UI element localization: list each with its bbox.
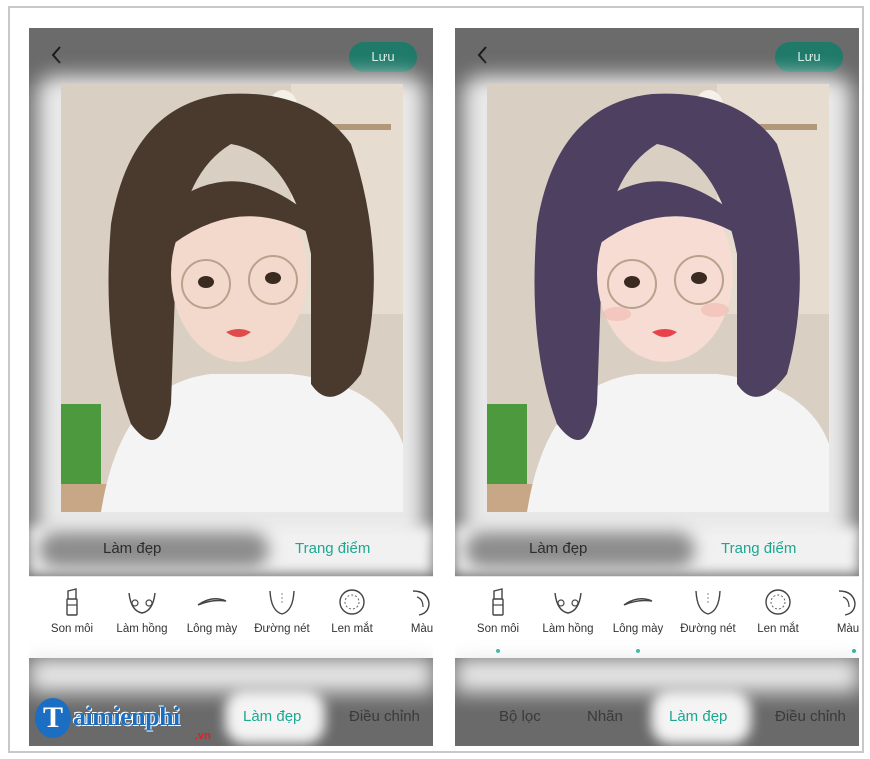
applied-dot: [496, 649, 500, 653]
contour-icon: [695, 590, 721, 615]
bottom-nav: T aimienphi .vn Làm đẹp Điều chỉnh: [29, 658, 433, 746]
makeup-toolbar: Son môi Làm hồng Lông mày Đường nét Len …: [29, 576, 433, 658]
tool-lam-hong[interactable]: Làm hồng: [535, 587, 601, 635]
tool-son-moi[interactable]: Son môi: [465, 587, 531, 635]
tab-lam-dep[interactable]: Làm đẹp: [103, 540, 161, 557]
blush-icon: [554, 592, 582, 614]
tool-len-mat[interactable]: Len mắt: [319, 587, 385, 635]
mode-tabs: Làm đẹp Trang điểm: [29, 526, 433, 574]
tool-long-may[interactable]: Lông mày: [605, 587, 671, 635]
save-button[interactable]: Lưu: [775, 42, 843, 72]
hair-color-icon: [412, 590, 430, 616]
tab-lam-dep[interactable]: Làm đẹp: [529, 540, 587, 557]
bottom-tab-lam-dep[interactable]: Làm đẹp: [243, 708, 301, 725]
watermark-logo: T aimienphi .vn: [35, 698, 235, 742]
save-button[interactable]: Lưu: [349, 42, 417, 72]
phone-screen-before: Lưu Làm đẹp Trang điểm Son môi Làm hồng …: [29, 28, 433, 746]
selfie-photo: [487, 84, 829, 512]
tool-mau[interactable]: Màu: [389, 587, 433, 635]
bottom-nav: Bộ lọc Nhãn Làm đẹp Điều chỉnh: [455, 658, 859, 746]
eyebrow-icon: [623, 598, 653, 606]
applied-dot: [636, 649, 640, 653]
tool-duong-net[interactable]: Đường nét: [249, 587, 315, 635]
back-arrow-icon[interactable]: [47, 42, 67, 68]
tool-duong-net[interactable]: Đường nét: [675, 587, 741, 635]
lipstick-icon: [492, 588, 504, 616]
bottom-tab-nhan[interactable]: Nhãn: [587, 708, 623, 725]
bottom-tab-dieu-chinh[interactable]: Điều chỉnh: [349, 708, 420, 725]
hair-color-icon: [838, 590, 856, 616]
lipstick-icon: [66, 588, 78, 616]
watermark-brand: aimienphi: [73, 702, 180, 731]
eyebrow-icon: [197, 598, 227, 606]
tab-trang-diem[interactable]: Trang điểm: [721, 540, 796, 557]
tool-son-moi[interactable]: Son môi: [39, 587, 105, 635]
watermark-letter: T: [35, 698, 71, 738]
mode-tabs: Làm đẹp Trang điểm: [455, 526, 859, 574]
tab-trang-diem[interactable]: Trang điểm: [295, 540, 370, 557]
bottom-tab-lam-dep[interactable]: Làm đẹp: [669, 708, 727, 725]
tool-lam-hong[interactable]: Làm hồng: [109, 587, 175, 635]
tool-mau[interactable]: Màu: [815, 587, 859, 635]
selfie-photo: [61, 84, 403, 512]
bottom-tab-dieu-chinh[interactable]: Điều chỉnh: [775, 708, 846, 725]
back-arrow-icon[interactable]: [473, 42, 493, 68]
applied-dot: [852, 649, 856, 653]
blush-icon: [128, 592, 156, 614]
phone-screen-after: Lưu Làm đẹp Trang điểm Son môi Làm hồng …: [455, 28, 859, 746]
watermark-suffix: .vn: [195, 730, 211, 742]
eye-lens-icon: [339, 589, 365, 615]
eye-lens-icon: [765, 589, 791, 615]
makeup-toolbar: Son môi Làm hồng Lông mày Đường nét Len …: [455, 576, 859, 658]
tool-len-mat[interactable]: Len mắt: [745, 587, 811, 635]
tool-long-may[interactable]: Lông mày: [179, 587, 245, 635]
contour-icon: [269, 590, 295, 615]
bottom-tab-bo-loc[interactable]: Bộ lọc: [499, 708, 541, 725]
